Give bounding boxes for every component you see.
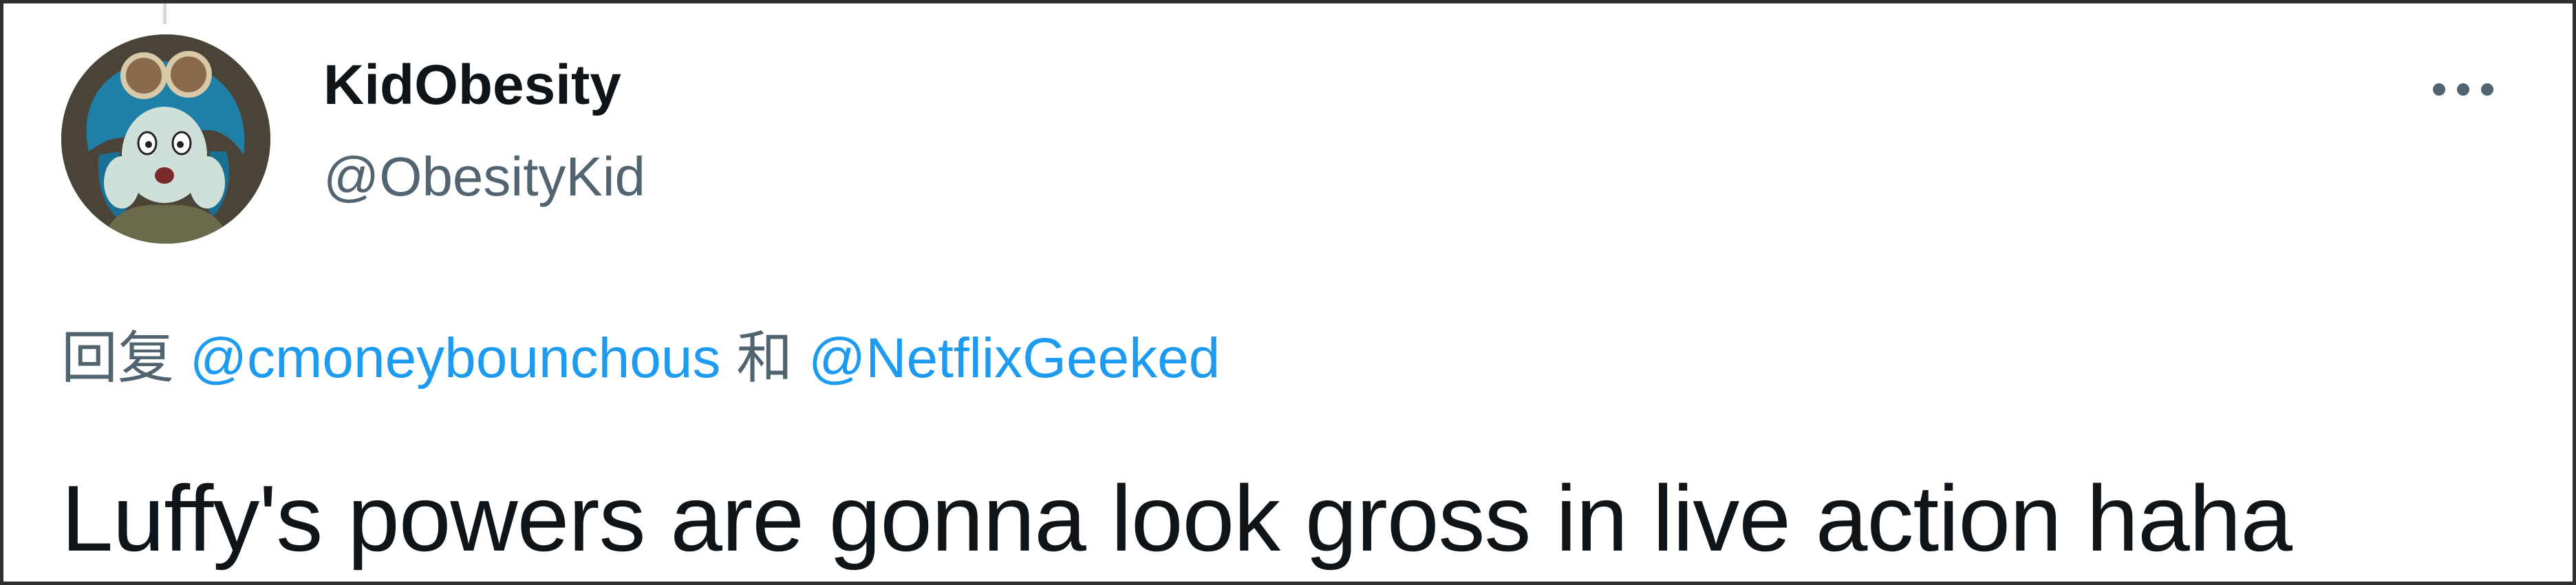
more-horizontal-icon	[2433, 83, 2493, 96]
author-avatar[interactable]	[61, 34, 270, 244]
mention-link-2[interactable]: @NetflixGeeked	[808, 327, 1220, 390]
reply-prefix: 回复	[61, 326, 175, 391]
reply-conjunction: 和	[736, 326, 793, 391]
author-display-name[interactable]: KidObesity	[323, 57, 621, 114]
replying-to: 回复 @cmoneybounchous 和 @NetflixGeeked	[61, 330, 1220, 387]
tweet-card: KidObesity @ObesityKid 回复 @cmoneybouncho…	[0, 0, 2576, 585]
thread-connector-line	[163, 3, 167, 24]
mention-link-1[interactable]: @cmoneybounchous	[190, 327, 721, 390]
author-handle[interactable]: @ObesityKid	[323, 149, 645, 204]
tweet-text: Luffy's powers are gonna look gross in l…	[61, 466, 2293, 571]
more-options-button[interactable]	[2412, 52, 2515, 127]
avatar-image	[61, 34, 270, 244]
